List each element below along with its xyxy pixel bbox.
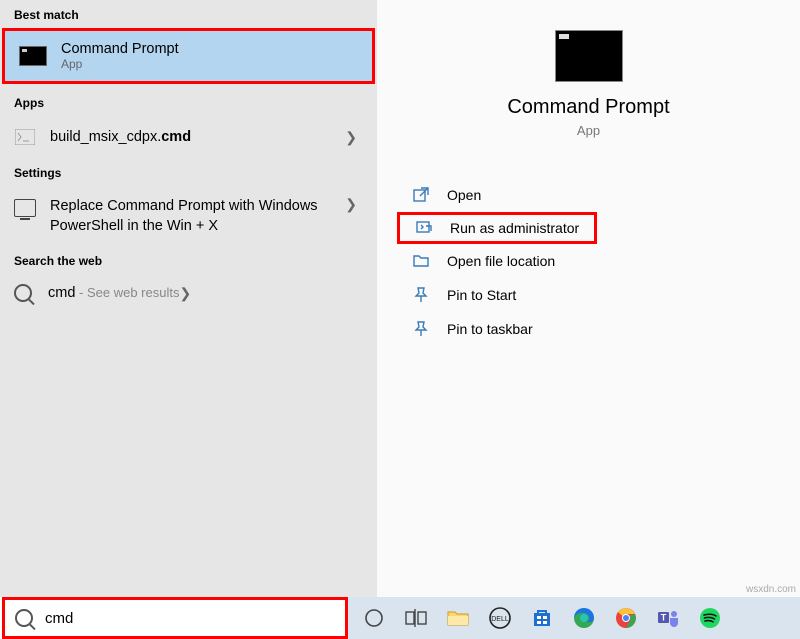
- dell-icon[interactable]: DELL: [488, 606, 512, 630]
- edge-icon[interactable]: [572, 606, 596, 630]
- shield-admin-icon: [414, 218, 434, 238]
- preview-panel: Command Prompt App Open Run as administr…: [377, 0, 800, 597]
- search-icon: [15, 609, 33, 627]
- settings-result-text: Replace Command Prompt with Windows Powe…: [50, 196, 345, 236]
- monitor-icon: [14, 199, 36, 217]
- open-icon: [411, 185, 431, 205]
- pin-icon: [411, 319, 431, 339]
- search-icon: [14, 284, 32, 302]
- action-pin-to-start[interactable]: Pin to Start: [401, 278, 800, 312]
- preview-title: Command Prompt: [377, 96, 800, 119]
- taskbar: DELL T: [348, 597, 800, 639]
- script-file-icon: [14, 126, 36, 148]
- teams-icon[interactable]: T: [656, 606, 680, 630]
- section-apps: Apps: [0, 88, 377, 116]
- section-web: Search the web: [0, 246, 377, 274]
- chevron-right-icon: ❯: [345, 196, 363, 213]
- action-open[interactable]: Open: [401, 178, 800, 212]
- pin-icon: [411, 285, 431, 305]
- section-best-match: Best match: [0, 0, 377, 28]
- action-open-file-location[interactable]: Open file location: [401, 244, 800, 278]
- chevron-right-icon: ❯: [345, 129, 363, 146]
- command-prompt-icon: [19, 46, 47, 66]
- web-result-cmd[interactable]: cmd - See web results ❯: [0, 274, 377, 312]
- svg-text:DELL: DELL: [491, 616, 509, 623]
- chrome-icon[interactable]: [614, 606, 638, 630]
- store-icon[interactable]: [530, 606, 554, 630]
- best-match-title: Command Prompt: [61, 41, 179, 57]
- search-input[interactable]: [45, 610, 335, 627]
- watermark: wsxdn.com: [746, 584, 796, 595]
- search-results-panel: Best match Command Prompt App Apps build…: [0, 0, 377, 597]
- taskbar-search-box[interactable]: [2, 597, 348, 639]
- file-explorer-icon[interactable]: [446, 606, 470, 630]
- settings-result-replace-cmd[interactable]: Replace Command Prompt with Windows Powe…: [0, 186, 377, 246]
- app-result-build-cmd[interactable]: build_msix_cdpx.cmd ❯: [0, 116, 377, 158]
- best-match-sub: App: [61, 57, 179, 71]
- task-view-icon[interactable]: [404, 606, 428, 630]
- preview-sub: App: [377, 123, 800, 138]
- app-result-label: build_msix_cdpx.cmd: [50, 128, 345, 146]
- action-run-as-administrator[interactable]: Run as administrator: [397, 212, 597, 244]
- chevron-right-icon: ❯: [179, 285, 197, 302]
- cortana-icon[interactable]: [362, 606, 386, 630]
- best-match-command-prompt[interactable]: Command Prompt App: [2, 28, 375, 84]
- folder-icon: [411, 251, 431, 271]
- svg-text:T: T: [661, 613, 667, 623]
- section-settings: Settings: [0, 158, 377, 186]
- action-pin-to-taskbar[interactable]: Pin to taskbar: [401, 312, 800, 346]
- command-prompt-icon: [555, 30, 623, 82]
- spotify-icon[interactable]: [698, 606, 722, 630]
